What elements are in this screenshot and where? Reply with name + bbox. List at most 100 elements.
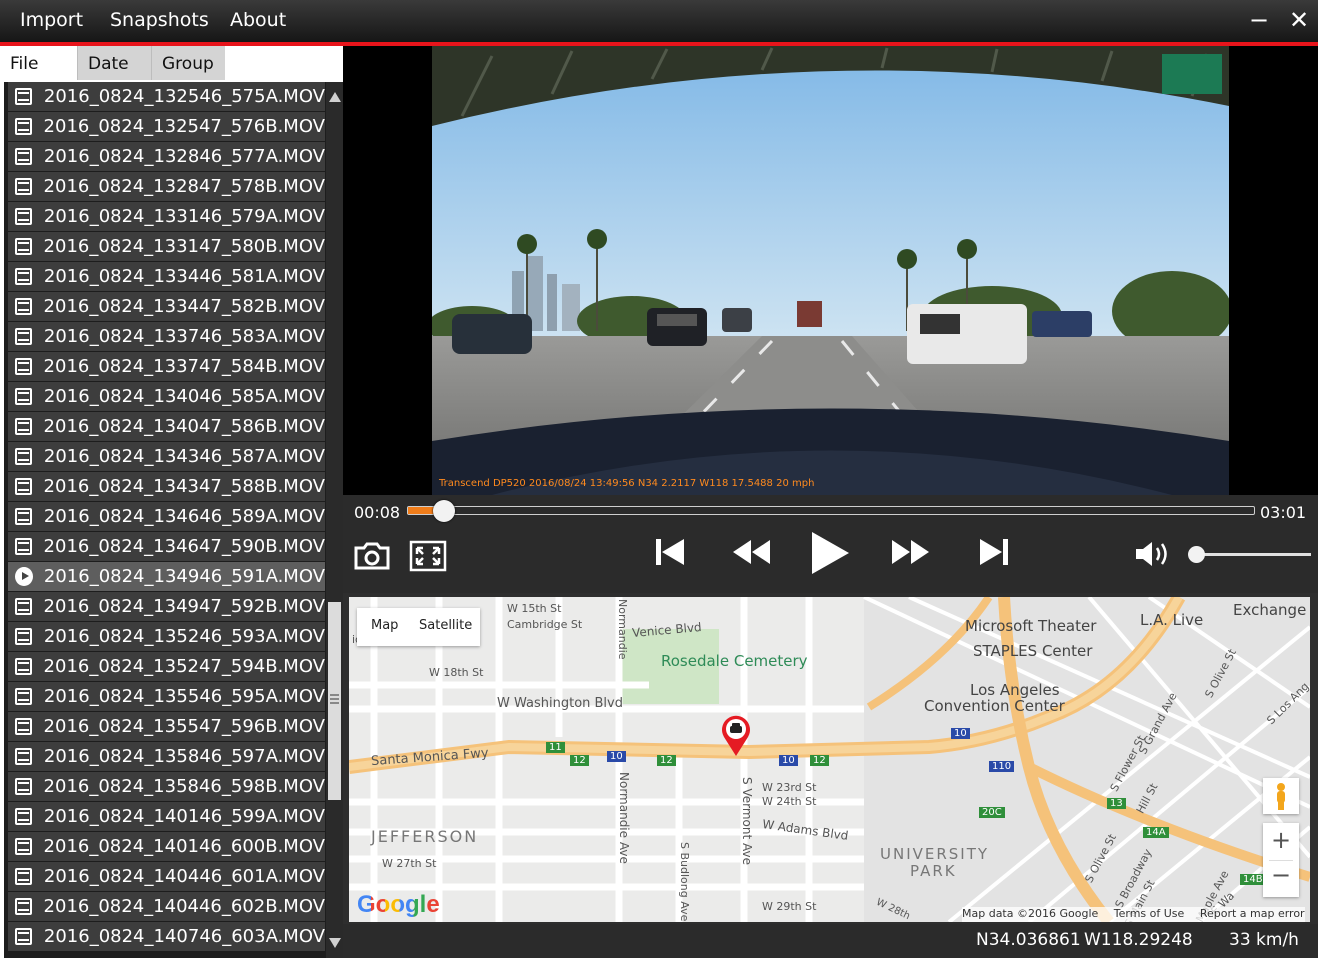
map-label: S Budlong Ave [678,842,691,922]
map-type-satellite[interactable]: Satellite [419,618,472,633]
file-list-item[interactable]: 2016_0824_133147_580B.MOV [8,232,325,262]
tab-date[interactable]: Date [77,46,151,80]
menu-about[interactable]: About [230,9,286,31]
terms-link[interactable]: Terms of Use [1114,907,1185,920]
fast-forward-icon[interactable] [891,537,931,571]
map-label: W 23rd St [762,781,817,794]
map-type-map[interactable]: Map [371,618,398,633]
file-name: 2016_0824_134646_589A.MOV [43,506,325,527]
snapshot-camera-icon[interactable] [352,540,392,576]
map-label: Normandie Ave [617,772,631,864]
volume-slider[interactable] [1194,553,1311,556]
film-icon [15,478,32,495]
file-list-scrollbar[interactable] [326,82,343,958]
film-icon [15,928,32,945]
film-icon [15,358,32,375]
file-list-item[interactable]: 2016_0824_134047_586B.MOV [8,412,325,442]
rewind-icon[interactable] [731,537,771,571]
file-list-item[interactable]: 2016_0824_140146_599A.MOV [8,802,325,832]
file-list-item[interactable]: 2016_0824_133746_583A.MOV [8,322,325,352]
menu-snapshots[interactable]: Snapshots [110,9,209,31]
file-list-item[interactable]: 2016_0824_132847_578B.MOV [8,172,325,202]
file-list-item[interactable]: 2016_0824_135846_598B.MOV [8,772,325,802]
close-button[interactable]: ✕ [1289,6,1309,34]
file-name: 2016_0824_140146_600B.MOV [43,836,325,857]
file-list-item[interactable]: 2016_0824_134646_589A.MOV [8,502,325,532]
file-name: 2016_0824_133147_580B.MOV [43,236,325,257]
route-shield: 13 [1107,798,1126,809]
film-icon [15,898,32,915]
file-list-item[interactable]: 2016_0824_135546_595A.MOV [8,682,325,712]
tab-file[interactable]: File [0,46,77,80]
fullscreen-icon[interactable] [409,540,447,576]
file-name: 2016_0824_133747_584B.MOV [43,356,325,377]
route-shield: 110 [989,761,1015,772]
previous-track-icon[interactable] [655,537,685,571]
seek-handle[interactable] [433,500,455,522]
file-list-item[interactable]: 2016_0824_134346_587A.MOV [8,442,325,472]
route-shield: 12 [657,755,676,766]
file-list-item[interactable]: 2016_0824_132547_576B.MOV [8,112,325,142]
file-list-item[interactable]: 2016_0824_134947_592B.MOV [8,592,325,622]
scroll-up-arrow-icon[interactable] [329,92,341,102]
file-list-item[interactable]: 2016_0824_133747_584B.MOV [8,352,325,382]
file-list-item[interactable]: 2016_0824_140446_601A.MOV [8,862,325,892]
menu-import[interactable]: Import [20,9,83,31]
car-location-marker-icon[interactable] [721,715,751,757]
film-icon [15,418,32,435]
file-list-item[interactable]: 2016_0824_134046_585A.MOV [8,382,325,412]
file-list-item[interactable]: 2016_0824_140446_602B.MOV [8,892,325,922]
map-label: STAPLES Center [973,642,1093,660]
play-icon[interactable] [809,530,851,580]
film-icon [15,688,32,705]
scrollbar-thumb[interactable] [328,602,341,800]
minimize-button[interactable]: − [1249,6,1269,34]
file-list-item[interactable]: 2016_0824_134946_591A.MOV [8,562,325,592]
route-shield: 14B [1240,874,1266,885]
file-list-item[interactable]: 2016_0824_132546_575A.MOV [8,82,325,112]
file-list-item[interactable]: 2016_0824_135246_593A.MOV [8,622,325,652]
film-icon [15,298,32,315]
report-error-link[interactable]: Report a map error [1200,907,1305,920]
file-list: 2016_0824_132546_575A.MOV 2016_0824_13254… [8,82,325,952]
film-icon [15,328,32,345]
map-label: W 24th St [762,795,817,808]
file-list-item[interactable]: 2016_0824_132846_577A.MOV [8,142,325,172]
file-list-item[interactable]: 2016_0824_133146_579A.MOV [8,202,325,232]
file-list-item[interactable]: 2016_0824_133447_582B.MOV [8,292,325,322]
zoom-out-button[interactable]: − [1263,861,1299,889]
file-name: 2016_0824_140446_601A.MOV [43,866,325,887]
file-list-item[interactable]: 2016_0824_140146_600B.MOV [8,832,325,862]
file-list-item[interactable]: 2016_0824_135547_596B.MOV [8,712,325,742]
volume-handle[interactable] [1188,546,1205,563]
zoom-in-button[interactable]: + [1263,826,1299,854]
film-icon [15,538,32,555]
film-icon [15,598,32,615]
file-name: 2016_0824_133446_581A.MOV [43,266,325,287]
volume-icon[interactable] [1134,539,1172,573]
file-name: 2016_0824_134046_585A.MOV [43,386,325,407]
file-name: 2016_0824_132546_575A.MOV [43,86,325,107]
next-track-icon[interactable] [979,537,1009,571]
tab-group[interactable]: Group [151,46,225,80]
map-label: L.A. Live [1140,611,1204,629]
film-icon [15,268,32,285]
file-name: 2016_0824_134347_588B.MOV [43,476,325,497]
file-list-item[interactable]: 2016_0824_134347_588B.MOV [8,472,325,502]
street-view-pegman-icon[interactable] [1263,778,1299,814]
seek-bar[interactable] [407,506,1255,515]
file-list-item[interactable]: 2016_0824_134647_590B.MOV [8,532,325,562]
map-label: Normandie [616,599,629,660]
file-name: 2016_0824_135846_598B.MOV [43,776,325,797]
file-list-item[interactable]: 2016_0824_133446_581A.MOV [8,262,325,292]
film-icon [15,628,32,645]
file-list-item[interactable]: 2016_0824_135846_597A.MOV [8,742,325,772]
file-list-item[interactable]: 2016_0824_140746_603A.MOV [8,922,325,952]
scroll-down-arrow-icon[interactable] [329,938,341,948]
file-list-item[interactable]: 2016_0824_135247_594B.MOV [8,652,325,682]
map-view[interactable]: W 15th St Cambridge St Normandie Venice … [349,597,1310,922]
map-label: Convention Center [924,697,1065,715]
total-time: 03:01 [1260,503,1307,522]
video-frame[interactable] [432,46,1229,495]
file-name: 2016_0824_134047_586B.MOV [43,416,325,437]
